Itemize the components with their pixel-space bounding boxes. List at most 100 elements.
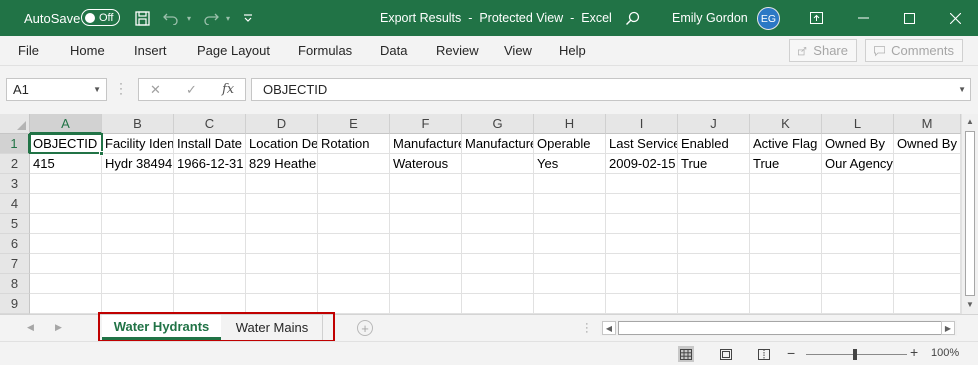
row-header-1[interactable]: 1: [0, 134, 30, 154]
row-header-5[interactable]: 5: [0, 214, 30, 234]
cell-d9[interactable]: [246, 294, 318, 314]
cell-c7[interactable]: [174, 254, 246, 274]
cell-c4[interactable]: [174, 194, 246, 214]
cell-l4[interactable]: [822, 194, 894, 214]
cell-k7[interactable]: [750, 254, 822, 274]
scroll-down-icon[interactable]: ▼: [966, 300, 974, 309]
cell-d1[interactable]: Location Description: [246, 134, 318, 154]
cell-i9[interactable]: [606, 294, 678, 314]
column-header-h[interactable]: H: [534, 114, 606, 134]
row-header-9[interactable]: 9: [0, 294, 30, 314]
cell-g5[interactable]: [462, 214, 534, 234]
cell-b4[interactable]: [102, 194, 174, 214]
cell-k8[interactable]: [750, 274, 822, 294]
cell-i3[interactable]: [606, 174, 678, 194]
page-break-view-icon[interactable]: [756, 346, 772, 362]
cell-l2[interactable]: Our Agency: [822, 154, 894, 174]
spreadsheet-grid[interactable]: ABCDEFGHIJKLM 1OBJECTIDFacility Identifie…: [0, 114, 978, 314]
cell-g8[interactable]: [462, 274, 534, 294]
tab-water-hydrants[interactable]: Water Hydrants: [102, 315, 221, 340]
cell-b5[interactable]: [102, 214, 174, 234]
cell-i1[interactable]: Last Service Date: [606, 134, 678, 154]
share-button[interactable]: Share: [789, 39, 857, 62]
cell-h9[interactable]: [534, 294, 606, 314]
cell-f4[interactable]: [390, 194, 462, 214]
cell-d3[interactable]: [246, 174, 318, 194]
search-icon[interactable]: [622, 0, 642, 36]
column-header-e[interactable]: E: [318, 114, 390, 134]
cell-b2[interactable]: Hydr 38494: [102, 154, 174, 174]
cell-b3[interactable]: [102, 174, 174, 194]
cell-a8[interactable]: [30, 274, 102, 294]
row-header-4[interactable]: 4: [0, 194, 30, 214]
menu-formulas[interactable]: Formulas: [298, 43, 352, 58]
cell-f6[interactable]: [390, 234, 462, 254]
redo-dropdown-icon[interactable]: ▾: [222, 0, 234, 36]
redo-icon[interactable]: [200, 0, 222, 36]
cell-f8[interactable]: [390, 274, 462, 294]
column-header-b[interactable]: B: [102, 114, 174, 134]
cell-h3[interactable]: [534, 174, 606, 194]
cell-b9[interactable]: [102, 294, 174, 314]
undo-icon[interactable]: [160, 0, 182, 36]
cell-g3[interactable]: [462, 174, 534, 194]
vertical-scroll-thumb[interactable]: [965, 131, 975, 296]
horizontal-scroll-thumb[interactable]: [618, 321, 942, 335]
scroll-up-icon[interactable]: ▲: [966, 117, 974, 126]
cell-c8[interactable]: [174, 274, 246, 294]
scroll-right-icon[interactable]: ▶: [941, 321, 955, 335]
cell-a3[interactable]: [30, 174, 102, 194]
avatar[interactable]: EG: [757, 7, 780, 30]
cell-f1[interactable]: Manufacturer: [390, 134, 462, 154]
cell-j7[interactable]: [678, 254, 750, 274]
cell-f2[interactable]: Waterous: [390, 154, 462, 174]
column-header-f[interactable]: F: [390, 114, 462, 134]
cell-k4[interactable]: [750, 194, 822, 214]
cell-m2[interactable]: [894, 154, 961, 174]
cell-j8[interactable]: [678, 274, 750, 294]
customize-toolbar-icon[interactable]: [240, 0, 256, 36]
column-header-c[interactable]: C: [174, 114, 246, 134]
cell-e8[interactable]: [318, 274, 390, 294]
cell-f3[interactable]: [390, 174, 462, 194]
cell-l1[interactable]: Owned By: [822, 134, 894, 154]
enter-icon[interactable]: ✓: [186, 82, 197, 98]
add-sheet-icon[interactable]: +: [357, 320, 373, 336]
cell-b7[interactable]: [102, 254, 174, 274]
column-header-d[interactable]: D: [246, 114, 318, 134]
save-icon[interactable]: [131, 0, 153, 36]
cell-i6[interactable]: [606, 234, 678, 254]
cell-a4[interactable]: [30, 194, 102, 214]
menu-page-layout[interactable]: Page Layout: [197, 43, 270, 58]
cell-j2[interactable]: True: [678, 154, 750, 174]
horizontal-scrollbar[interactable]: ◀ ▶: [600, 320, 957, 336]
zoom-slider-thumb[interactable]: [853, 349, 857, 360]
menu-review[interactable]: Review: [436, 43, 479, 58]
cell-h8[interactable]: [534, 274, 606, 294]
cell-e2[interactable]: [318, 154, 390, 174]
cell-m3[interactable]: [894, 174, 961, 194]
row-header-3[interactable]: 3: [0, 174, 30, 194]
cell-g2[interactable]: [462, 154, 534, 174]
zoom-in-icon[interactable]: +: [910, 344, 918, 360]
cell-a1[interactable]: OBJECTID: [29, 133, 103, 154]
tab-splitter-icon[interactable]: · · ·: [585, 319, 589, 338]
cell-l8[interactable]: [822, 274, 894, 294]
row-header-7[interactable]: 7: [0, 254, 30, 274]
fill-handle[interactable]: [99, 151, 104, 156]
vertical-scrollbar[interactable]: ▲ ▼: [961, 114, 978, 314]
cell-g7[interactable]: [462, 254, 534, 274]
cell-b8[interactable]: [102, 274, 174, 294]
cell-e1[interactable]: Rotation: [318, 134, 390, 154]
next-sheet-icon[interactable]: ▶: [55, 322, 62, 333]
cell-i7[interactable]: [606, 254, 678, 274]
cell-k6[interactable]: [750, 234, 822, 254]
menu-file[interactable]: File: [18, 43, 39, 58]
cell-f7[interactable]: [390, 254, 462, 274]
cell-h1[interactable]: Operable: [534, 134, 606, 154]
menu-view[interactable]: View: [504, 43, 532, 58]
cell-m6[interactable]: [894, 234, 961, 254]
row-header-2[interactable]: 2: [0, 154, 30, 174]
cell-c9[interactable]: [174, 294, 246, 314]
cancel-icon[interactable]: ✕: [150, 82, 161, 98]
